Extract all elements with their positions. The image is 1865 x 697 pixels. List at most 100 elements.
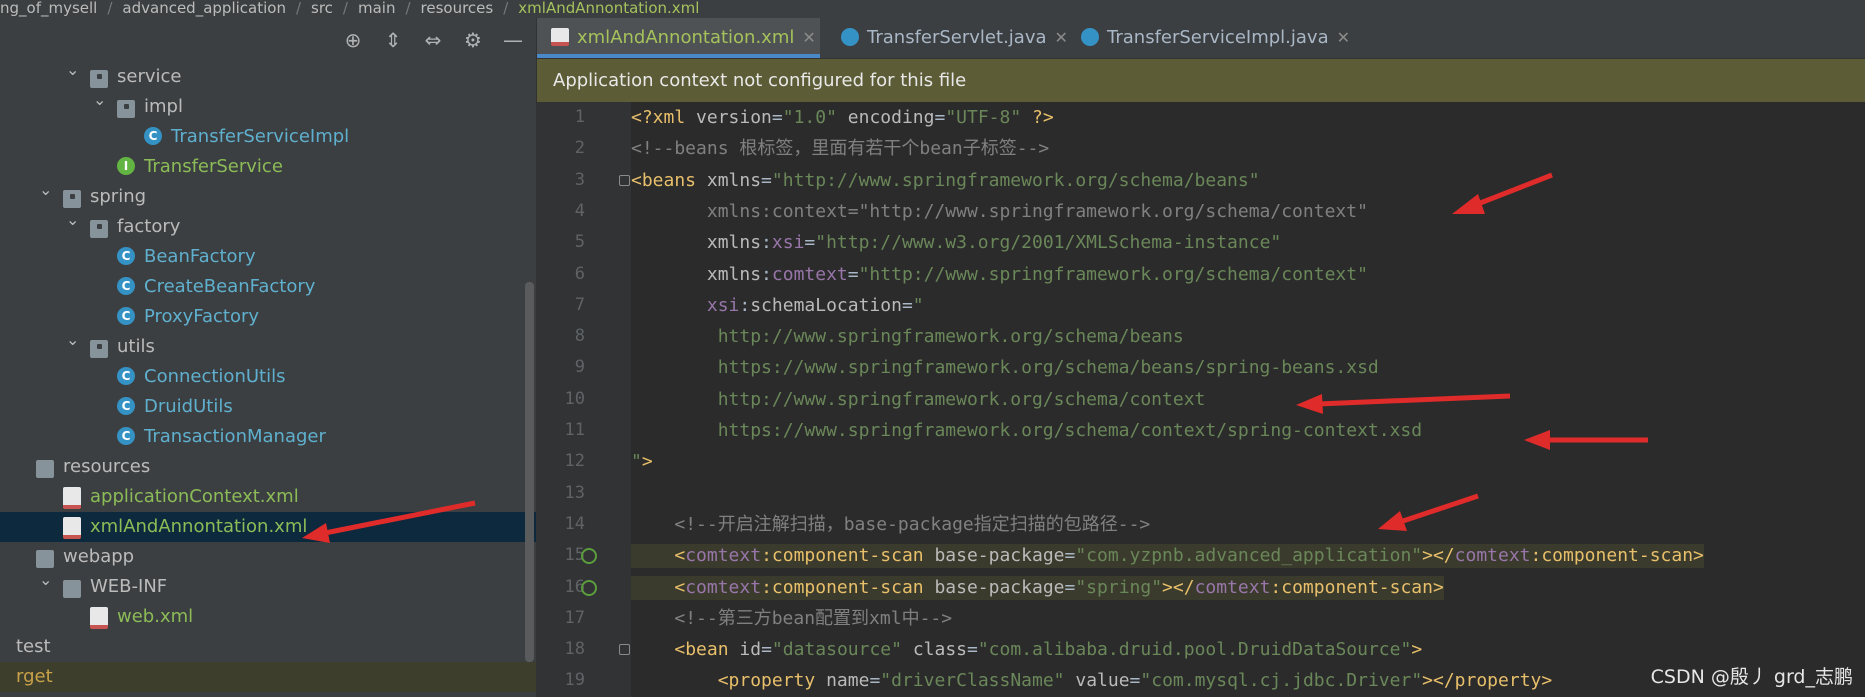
tree-item[interactable]: applicationContext.xml <box>0 482 536 512</box>
tree-item[interactable]: web.xml <box>0 602 536 632</box>
tree-item-label: DruidUtils <box>144 396 233 417</box>
tree-item[interactable]: C TransferServiceImpl <box>0 122 536 152</box>
tree-item[interactable]: C CreateBeanFactory <box>0 272 536 302</box>
tree-item-label: rget <box>16 666 53 687</box>
tree-item-label: applicationContext.xml <box>90 486 299 507</box>
tree-item[interactable]: ⌄ impl <box>0 90 536 122</box>
class-icon: C <box>117 367 135 385</box>
line-number: 11 <box>564 420 585 440</box>
close-icon[interactable]: ✕ <box>1055 28 1068 47</box>
tab-file[interactable]: xmlAndAnnontation.xml ✕ <box>537 18 820 58</box>
xml-file-icon <box>551 28 569 46</box>
line-number: 1 <box>574 107 585 127</box>
gear-icon[interactable]: ⚙ <box>460 27 486 53</box>
tree-item-label: ConnectionUtils <box>144 366 286 387</box>
tree-item[interactable]: xmlAndAnnontation.xml <box>0 512 536 542</box>
collapse-all-icon[interactable]: ⇔ <box>420 27 446 53</box>
locate-icon[interactable]: ⊕ <box>340 27 366 53</box>
fold-icon[interactable] <box>619 644 630 656</box>
interface-icon: I <box>117 157 135 175</box>
project-toolbar: ⊕ ⇕ ⇔ ⚙ — <box>340 25 526 55</box>
tree-item-label: factory <box>117 216 181 237</box>
line-number: 9 <box>574 357 585 378</box>
tab-label: TransferServlet.java <box>867 27 1047 48</box>
tree-item-label: resources <box>63 456 151 477</box>
tree-item[interactable]: test <box>0 632 536 662</box>
tree-item-label: CreateBeanFactory <box>144 276 316 297</box>
close-icon[interactable]: ✕ <box>802 28 815 47</box>
tree-item[interactable]: C DruidUtils <box>0 392 536 422</box>
code-line: 11 https://www.springframework.org/schem… <box>537 415 1423 446</box>
expand-all-icon[interactable]: ⇕ <box>380 27 406 53</box>
breadcrumb-separator: / <box>295 0 302 17</box>
breadcrumb-item[interactable]: ng_of_mysell <box>0 0 97 16</box>
navigate-icon[interactable] <box>581 579 597 596</box>
close-icon[interactable]: ✕ <box>1337 28 1350 47</box>
code-text: http://www.springframework.org/schema/co… <box>717 388 1206 410</box>
xml-file-icon <box>63 487 81 509</box>
chevron-down-icon[interactable]: ⌄ <box>66 210 82 229</box>
tree-item[interactable]: C ConnectionUtils <box>0 362 536 392</box>
tree-item-label: ProxyFactory <box>144 306 260 327</box>
code-text: https://www.springframework.org/schema/b… <box>717 357 1379 379</box>
breadcrumb-item[interactable]: src <box>311 0 333 16</box>
line-number: 13 <box>564 482 585 503</box>
scrollbar[interactable] <box>525 282 534 662</box>
tree-item[interactable]: ⌄ factory <box>0 210 536 242</box>
tree-item[interactable]: ⌄ spring <box>0 180 536 212</box>
chevron-down-icon[interactable]: ⌄ <box>39 180 55 199</box>
editor-tabs: xmlAndAnnontation.xml ✕ TransferServlet.ja… <box>537 18 1865 59</box>
line-number: 16 <box>564 576 585 597</box>
class-icon <box>1081 28 1099 46</box>
tab-file[interactable]: TransferServiceImpl.java ✕ <box>1067 18 1387 58</box>
chevron-down-icon[interactable]: ⌄ <box>66 60 82 79</box>
breadcrumb-item[interactable]: xmlAndAnnontation.xml <box>518 0 699 16</box>
navigate-icon[interactable] <box>581 548 597 565</box>
chevron-down-icon[interactable]: ⌄ <box>66 330 82 349</box>
tree-item[interactable]: ⌄ utils <box>0 330 536 362</box>
tree-item[interactable]: C TransactionManager <box>0 422 536 452</box>
tree-item-label: service <box>117 66 182 87</box>
breadcrumb-item[interactable]: main <box>358 0 395 16</box>
tree-item[interactable]: rget <box>0 662 536 692</box>
tree-item[interactable]: C ProxyFactory <box>0 302 536 332</box>
line-number: 3 <box>574 169 585 190</box>
code-line: 8 http://www.springframework.org/schema/… <box>537 321 1184 352</box>
line-number: 8 <box>574 326 585 347</box>
tree-item-label: webapp <box>63 546 135 567</box>
line-number: 19 <box>564 670 585 691</box>
tree-item[interactable]: webapp <box>0 542 536 572</box>
code-text: xsi:schemaLocation=" <box>706 294 924 316</box>
line-number: 18 <box>564 639 585 660</box>
breadcrumb-item[interactable]: advanced_application <box>122 0 286 16</box>
breadcrumb-item[interactable]: resources <box>421 0 494 16</box>
code-line: 9 https://www.springframework.org/schema… <box>537 352 1379 383</box>
watermark: CSDN @殷丿 grd_志鹏 <box>1650 666 1853 688</box>
chevron-down-icon[interactable]: ⌄ <box>39 570 55 589</box>
project-tree: ⌄ service ⌄ impl C TransferServiceImpl I Transf… <box>0 60 536 692</box>
tree-item[interactable]: ⌄ WEB-INF <box>0 570 536 602</box>
tree-item[interactable]: I TransferService <box>0 152 536 182</box>
code-text: https://www.springframework.org/schema/c… <box>717 420 1423 441</box>
code-line: 12 "> <box>537 446 667 477</box>
code-text: http://www.springframework.org/schema/be… <box>717 326 1184 348</box>
hide-icon[interactable]: — <box>500 27 526 53</box>
line-number: 14 <box>564 513 585 534</box>
class-icon <box>841 28 859 46</box>
code-editor[interactable]: 1 <?xml version="1.0" encoding="UTF-8" ?>… <box>537 102 1865 697</box>
code-text: <?xml version="1.0" encoding="UTF-8" ?> <box>631 107 1054 128</box>
code-line: 3 <beans xmlns="http://www.springframewor… <box>537 165 1260 196</box>
xml-file-icon <box>90 607 108 629</box>
code-line: 19 <property name="driverClassName" valu… <box>537 665 1553 696</box>
tree-item[interactable]: C BeanFactory <box>0 242 536 272</box>
tree-item-label: WEB-INF <box>90 576 168 597</box>
project-panel: ⊕ ⇕ ⇔ ⚙ — ⌄ service ⌄ impl C TransferServiceI… <box>0 18 537 697</box>
folder-icon <box>90 70 108 88</box>
tree-item[interactable]: ⌄ service <box>0 60 536 92</box>
fold-icon[interactable] <box>619 174 630 186</box>
tab-file[interactable]: TransferServlet.java ✕ <box>827 18 1068 58</box>
tree-item-label: utils <box>117 336 155 357</box>
line-number: 5 <box>574 232 585 253</box>
tree-item[interactable]: resources <box>0 452 536 482</box>
chevron-down-icon[interactable]: ⌄ <box>93 90 109 109</box>
